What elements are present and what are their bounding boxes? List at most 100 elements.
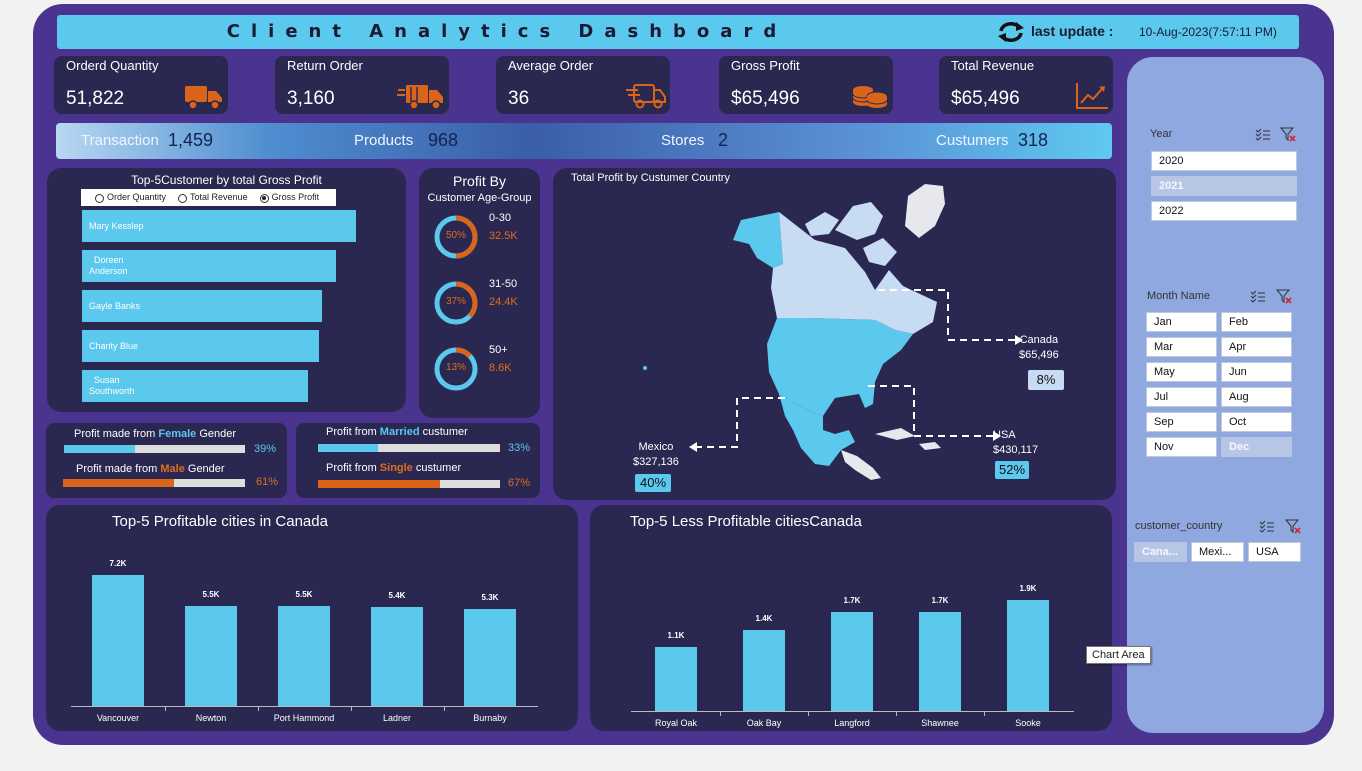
kpi-card-total-revenue: Total Revenue $65,496 [939, 56, 1113, 114]
month-slicer-item[interactable]: Dec [1221, 437, 1292, 457]
x-tick-label: Newton [195, 713, 227, 723]
month-slicer-item[interactable]: Jan [1146, 312, 1217, 332]
month-slicer-item[interactable]: Apr [1221, 337, 1292, 357]
x-tick-label: Port Hammond [273, 713, 335, 723]
chart-bar[interactable] [278, 606, 330, 706]
chart-bar[interactable] [92, 575, 144, 706]
x-tick-mark [164, 706, 166, 711]
chart-bar[interactable] [464, 609, 516, 706]
month-slicer-item[interactable]: Aug [1221, 387, 1292, 407]
country-slicer-item[interactable]: Cana... [1134, 542, 1187, 562]
year-slicer-item[interactable]: 2020 [1151, 151, 1297, 171]
country-slicer-item[interactable]: Mexi... [1191, 542, 1244, 562]
clear-filter-icon[interactable] [1280, 127, 1296, 142]
stat-label-transaction: Transaction [81, 132, 159, 149]
month-slicer-item[interactable]: Jul [1146, 387, 1217, 407]
chart-bar[interactable] [831, 612, 873, 711]
age-group-label: 0-30 [489, 212, 512, 224]
chart-bar[interactable] [371, 607, 423, 706]
kpi-label: Gross Profit [731, 58, 800, 73]
country-slicer-item[interactable]: USA [1248, 542, 1301, 562]
customer-name-line: Anderson [89, 266, 128, 276]
married-profit-bar [318, 444, 500, 452]
kpi-card-ordered-quantity: Orderd Quantity 51,822 [54, 56, 228, 114]
chart-title: Top-5 Profitable cities in Canada [112, 513, 328, 530]
single-profit-bar [318, 480, 500, 488]
chart-bar[interactable] [919, 612, 961, 711]
customer-name: Doreen Anderson [89, 255, 128, 277]
page-title: Client Analytics Dashboard [226, 21, 788, 42]
single-profit-label: Profit from Single custumer [326, 462, 462, 474]
kpi-card-average-order: Average Order 36 [496, 56, 670, 114]
customer-name: Gayle Banks [89, 301, 140, 312]
month-slicer-item[interactable]: Feb [1221, 312, 1292, 332]
age-group-pct: 37% [445, 296, 466, 307]
coins-icon [852, 86, 888, 108]
clear-filter-icon[interactable] [1276, 289, 1292, 304]
chart-bar[interactable] [185, 606, 237, 706]
month-slicer-item[interactable]: Sep [1146, 412, 1217, 432]
married-profit-label: Profit from Married custumer [326, 426, 468, 438]
year-slicer-title: Year [1150, 128, 1173, 140]
x-tick-label: Royal Oak [654, 718, 698, 728]
gauge-fill [318, 444, 379, 452]
age-group-label: 50+ [489, 344, 508, 356]
month-slicer-item[interactable]: May [1146, 362, 1217, 382]
year-slicer-item[interactable]: 2021 [1151, 176, 1297, 196]
refresh-icon[interactable] [997, 21, 1025, 43]
radio-gross-profit[interactable]: Gross Profit [259, 192, 319, 203]
customer-bar[interactable]: Charity Blue [82, 330, 319, 362]
single-profit-pct: 67% [508, 477, 531, 489]
marital-panel: Profit from Married custumer 33% Profit … [296, 423, 540, 498]
month-slicer-item[interactable]: Jun [1221, 362, 1292, 382]
country-map-panel: Total Profit by Custumer Country Canada … [553, 168, 1116, 500]
customer-bar[interactable]: Mary Kesslep [82, 210, 356, 242]
multi-select-icon[interactable] [1259, 520, 1275, 533]
clear-filter-icon[interactable] [1285, 519, 1301, 534]
year-slicer-item[interactable]: 2022 [1151, 201, 1297, 221]
month-slicer-item[interactable]: Mar [1146, 337, 1217, 357]
customer-bar[interactable]: Doreen Anderson [82, 250, 336, 282]
stat-value-transaction: 1,459 [168, 130, 214, 150]
chart-bar[interactable] [743, 630, 785, 711]
age-group-pct: 50% [445, 230, 466, 241]
kpi-value: 36 [508, 88, 530, 109]
multi-select-icon[interactable] [1250, 290, 1266, 303]
customer-bar[interactable]: Susan Southworth [82, 370, 308, 402]
age-group-pct: 13% [445, 362, 466, 373]
kpi-label: Average Order [508, 58, 594, 73]
customer-bar[interactable]: Gayle Banks [82, 290, 322, 322]
bar-value-label: 5.4K [388, 591, 406, 600]
top-customers-title: Top-5Customer by total Gross Profit [131, 173, 322, 187]
customer-name-line: Susan [94, 375, 120, 385]
fast-delivery-icon [626, 84, 666, 109]
month-slicer-item[interactable]: Oct [1221, 412, 1292, 432]
x-tick-label: Langford [834, 718, 870, 728]
radio-order-quantity[interactable]: Order Quantity [95, 192, 166, 203]
top-customers-panel: Top-5Customer by total Gross Profit Orde… [47, 168, 406, 412]
x-tick-label: Vancouver [96, 713, 140, 723]
bar-value-label: 1.4K [755, 614, 773, 623]
top-cities-chart-panel[interactable]: Top-5 Profitable cities in Canada 7.2K Va… [46, 505, 578, 731]
male-profit-bar [63, 479, 245, 487]
multi-select-icon[interactable] [1255, 128, 1271, 141]
month-slicer-item[interactable]: Nov [1146, 437, 1217, 457]
mexico-pct-badge: 40% [635, 474, 671, 492]
customer-name: Mary Kesslep [89, 221, 144, 232]
kpi-value: $65,496 [951, 88, 1020, 109]
x-axis-line [631, 711, 1074, 712]
kpi-card-gross-profit: Gross Profit $65,496 [719, 56, 893, 114]
customer-name-line: Doreen [94, 255, 124, 265]
header-bar: Client Analytics Dashboard last update :… [57, 15, 1299, 49]
chart-title: Top-5 Less Profitable citiesCanada [630, 513, 862, 530]
chart-bar[interactable] [1007, 600, 1049, 711]
mexico-label: Mexico $327,136 [633, 441, 679, 468]
x-tick-label: Ladner [382, 713, 412, 723]
stat-label-products: Products [354, 132, 414, 149]
bar-value-label: 1.1K [667, 631, 685, 640]
chart-bar[interactable] [655, 647, 697, 711]
x-axis-line [71, 706, 538, 707]
gauge-fill [63, 479, 175, 487]
radio-total-revenue[interactable]: Total Revenue [178, 192, 248, 203]
less-profitable-cities-chart-panel[interactable]: Top-5 Less Profitable citiesCanada 1.1K R… [590, 505, 1112, 731]
